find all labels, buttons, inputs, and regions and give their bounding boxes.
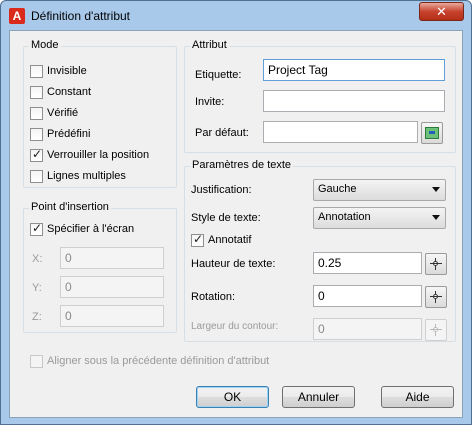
insert-field-button[interactable]	[421, 122, 443, 144]
checkbox-box[interactable]	[30, 169, 43, 183]
default-label: Par défaut:	[195, 127, 249, 139]
y-label: Y:	[32, 282, 42, 294]
text-style-dropdown[interactable]: Annotation	[313, 207, 446, 229]
checkbox-box[interactable]	[30, 85, 43, 99]
checkbox-label: Verrouiller la position	[47, 149, 150, 161]
tag-label: Etiquette:	[195, 69, 242, 81]
pick-boundary-button[interactable]	[425, 319, 447, 341]
y-input[interactable]: 0	[60, 276, 164, 298]
crosshair-icon	[430, 258, 442, 270]
chevron-down-icon	[432, 215, 440, 220]
tag-input[interactable]: Project Tag	[263, 59, 445, 81]
align-below-checkbox[interactable]: Aligner sous la précédente définition d'…	[30, 353, 269, 369]
boundary-width-input[interactable]: 0	[313, 318, 422, 340]
specify-on-screen-checkbox[interactable]: Spécifier à l'écran	[30, 221, 134, 237]
annotative-checkbox[interactable]: Annotatif	[191, 232, 251, 248]
invisible-checkbox[interactable]: Invisible	[30, 63, 87, 79]
dialog-title: Définition d'attribut	[31, 9, 131, 23]
title-bar[interactable]: A Définition d'attribut ✕	[1, 1, 471, 31]
checkbox-label: Annotatif	[208, 234, 252, 246]
rotation-label: Rotation:	[191, 291, 236, 303]
lock-position-checkbox[interactable]: Verrouiller la position	[30, 147, 149, 163]
checkbox-label: Prédéfini	[47, 128, 91, 140]
checkbox-box[interactable]	[30, 106, 43, 120]
checkbox-box[interactable]	[30, 127, 43, 141]
constant-checkbox[interactable]: Constant	[30, 84, 91, 100]
attribute-group-title: Attribut	[190, 39, 229, 51]
cancel-button[interactable]: Annuler	[282, 386, 355, 408]
z-label: Z:	[32, 311, 42, 323]
crosshair-icon	[430, 291, 442, 303]
prompt-label: Invite:	[195, 96, 225, 108]
chevron-down-icon	[432, 187, 440, 192]
crosshair-icon	[430, 324, 442, 336]
ok-button[interactable]: OK	[196, 386, 269, 408]
boundary-width-label: Largeur du contour:	[191, 321, 279, 332]
preset-checkbox[interactable]: Prédéfini	[30, 126, 90, 142]
autocad-app-icon: A	[9, 8, 25, 24]
checkbox-box[interactable]	[191, 232, 204, 247]
verify-checkbox[interactable]: Vérifié	[30, 105, 78, 121]
default-input[interactable]	[263, 121, 418, 143]
checkbox-box[interactable]	[30, 221, 43, 236]
text-settings-group-title: Paramètres de texte	[190, 159, 294, 171]
multiple-lines-checkbox[interactable]: Lignes multiples	[30, 168, 126, 184]
text-style-value: Annotation	[318, 211, 371, 223]
checkbox-box[interactable]	[30, 147, 43, 162]
checkbox-box[interactable]	[30, 354, 43, 368]
justification-dropdown[interactable]: Gauche	[313, 179, 446, 201]
pick-rotation-button[interactable]	[425, 286, 447, 308]
x-label: X:	[32, 253, 43, 265]
rotation-input[interactable]: 0	[313, 285, 422, 307]
close-button[interactable]: ✕	[419, 2, 464, 21]
checkbox-label: Invisible	[47, 65, 87, 77]
checkbox-box[interactable]	[30, 64, 43, 78]
checkbox-label: Lignes multiples	[47, 170, 126, 182]
mode-group-title: Mode	[29, 39, 61, 51]
insert-field-icon	[425, 127, 439, 139]
checkbox-label: Spécifier à l'écran	[47, 223, 135, 235]
text-style-label: Style de texte:	[191, 212, 261, 224]
text-height-input[interactable]: 0.25	[313, 252, 422, 274]
text-height-label: Hauteur de texte:	[191, 258, 276, 270]
insertion-group-title: Point d'insertion	[29, 201, 111, 213]
justification-label: Justification:	[191, 184, 252, 196]
help-button[interactable]: Aide	[381, 386, 454, 408]
checkbox-label: Aligner sous la précédente définition d'…	[47, 355, 270, 367]
checkbox-label: Vérifié	[47, 107, 79, 119]
z-input[interactable]: 0	[60, 305, 164, 327]
justification-value: Gauche	[318, 183, 357, 195]
x-input[interactable]: 0	[60, 247, 164, 269]
pick-height-button[interactable]	[425, 253, 447, 275]
dialog-client-area: Mode Invisible Constant Vérifié Prédéfin…	[9, 30, 463, 418]
dialog-window: A Définition d'attribut ✕ Mode Invisible…	[0, 0, 472, 425]
checkbox-label: Constant	[47, 86, 92, 98]
prompt-input[interactable]	[263, 90, 445, 112]
